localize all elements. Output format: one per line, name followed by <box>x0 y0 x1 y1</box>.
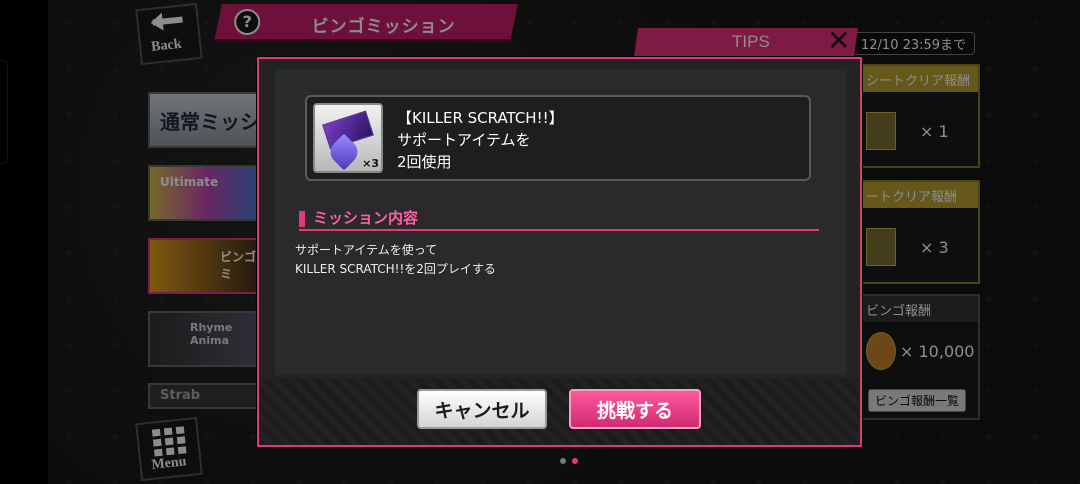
item-title: 【KILLER SCRATCH!!】 <box>397 109 564 127</box>
support-item-thumbnail: ×3 <box>313 103 383 173</box>
item-description: サポートアイテムを 2回使用 <box>397 129 531 173</box>
dialog-footer <box>259 379 860 445</box>
mission-line-1: サポートアイテムを使って <box>295 243 438 257</box>
cancel-button[interactable]: キャンセル <box>417 389 547 429</box>
section-title: ミッション内容 <box>313 209 419 227</box>
page-dot-active <box>572 458 578 464</box>
mission-dialog: ×3 【KILLER SCRATCH!!】 サポートアイテムを 2回使用 ミッシ… <box>257 57 862 447</box>
mission-line-2: KILLER SCRATCH!!を2回プレイする <box>295 262 496 276</box>
section-marker <box>299 211 305 227</box>
item-count: ×3 <box>362 157 379 170</box>
page-dot <box>560 458 566 464</box>
mission-item-box: ×3 【KILLER SCRATCH!!】 サポートアイテムを 2回使用 <box>305 95 811 181</box>
challenge-button[interactable]: 挑戦する <box>569 389 701 429</box>
item-desc-line-1: サポートアイテムを <box>397 131 531 149</box>
mission-section-header: ミッション内容 <box>299 203 819 231</box>
mission-description: サポートアイテムを使って KILLER SCRATCH!!を2回プレイする <box>295 241 496 279</box>
page-indicator <box>560 449 584 468</box>
item-desc-line-2: 2回使用 <box>397 153 452 171</box>
dialog-content: ×3 【KILLER SCRATCH!!】 サポートアイテムを 2回使用 ミッシ… <box>275 69 847 375</box>
